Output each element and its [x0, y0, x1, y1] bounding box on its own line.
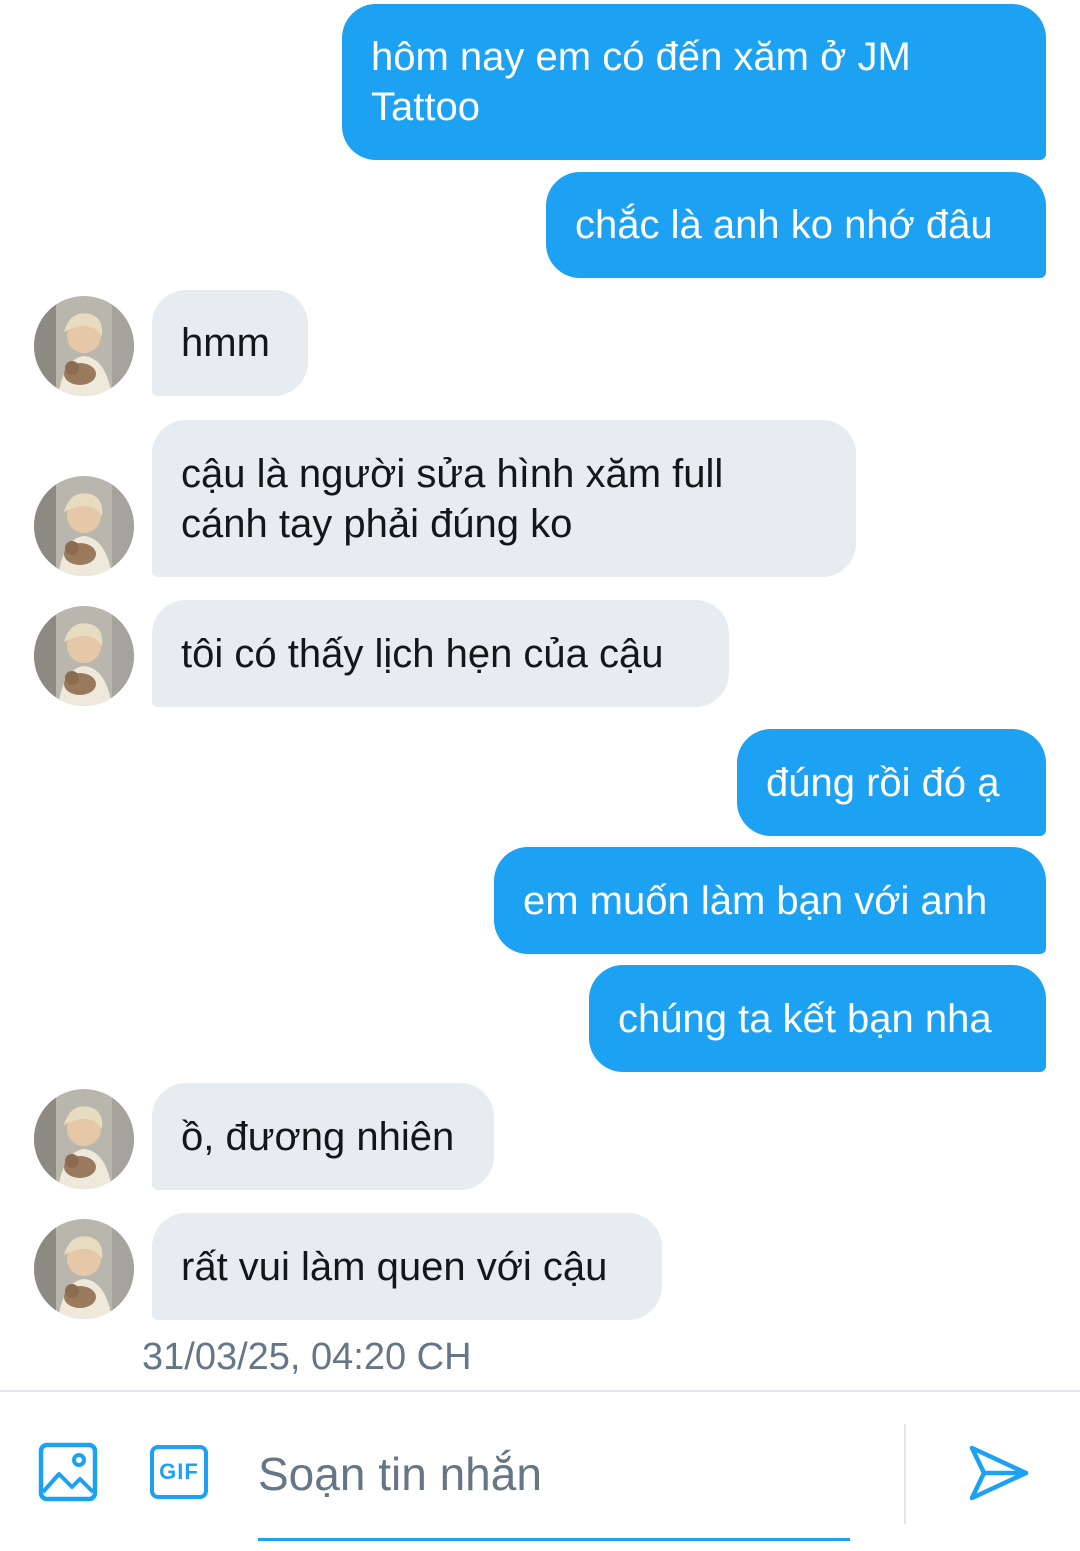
avatar[interactable] [34, 296, 134, 396]
avatar[interactable] [34, 1219, 134, 1319]
message-input[interactable] [258, 1430, 850, 1518]
send-icon[interactable] [966, 1442, 1032, 1504]
avatar-photo [34, 476, 134, 576]
gif-icon[interactable]: GIF [150, 1445, 208, 1499]
sent-message[interactable]: em muốn làm bạn với anh [494, 847, 1046, 954]
received-message[interactable]: tôi có thấy lịch hẹn của cậu [152, 600, 729, 707]
received-message[interactable]: cậu là người sửa hình xăm full cánh tay … [152, 420, 856, 577]
message-timestamp: 31/03/25, 04:20 CH [142, 1336, 472, 1378]
avatar-photo [34, 1089, 134, 1189]
sent-message[interactable]: đúng rồi đó ạ [737, 729, 1046, 836]
avatar[interactable] [34, 476, 134, 576]
sent-message[interactable]: chắc là anh ko nhớ đâu [546, 172, 1046, 278]
sent-message[interactable]: hôm nay em có đến xăm ở JM Tattoo [342, 4, 1046, 160]
avatar[interactable] [34, 606, 134, 706]
input-underline [258, 1538, 850, 1541]
avatar-photo [34, 1219, 134, 1319]
message-thread: hôm nay em có đến xăm ở JM Tattoo chắc l… [0, 0, 1080, 1390]
received-message[interactable]: ồ, đương nhiên [152, 1083, 494, 1190]
avatar-photo [34, 606, 134, 706]
received-message[interactable]: hmm [152, 290, 308, 396]
avatar-photo [34, 296, 134, 396]
composer-divider [904, 1424, 906, 1524]
received-message[interactable]: rất vui làm quen với cậu [152, 1213, 662, 1320]
avatar[interactable] [34, 1089, 134, 1189]
sent-message[interactable]: chúng ta kết bạn nha [589, 965, 1046, 1072]
image-icon[interactable] [38, 1442, 98, 1502]
